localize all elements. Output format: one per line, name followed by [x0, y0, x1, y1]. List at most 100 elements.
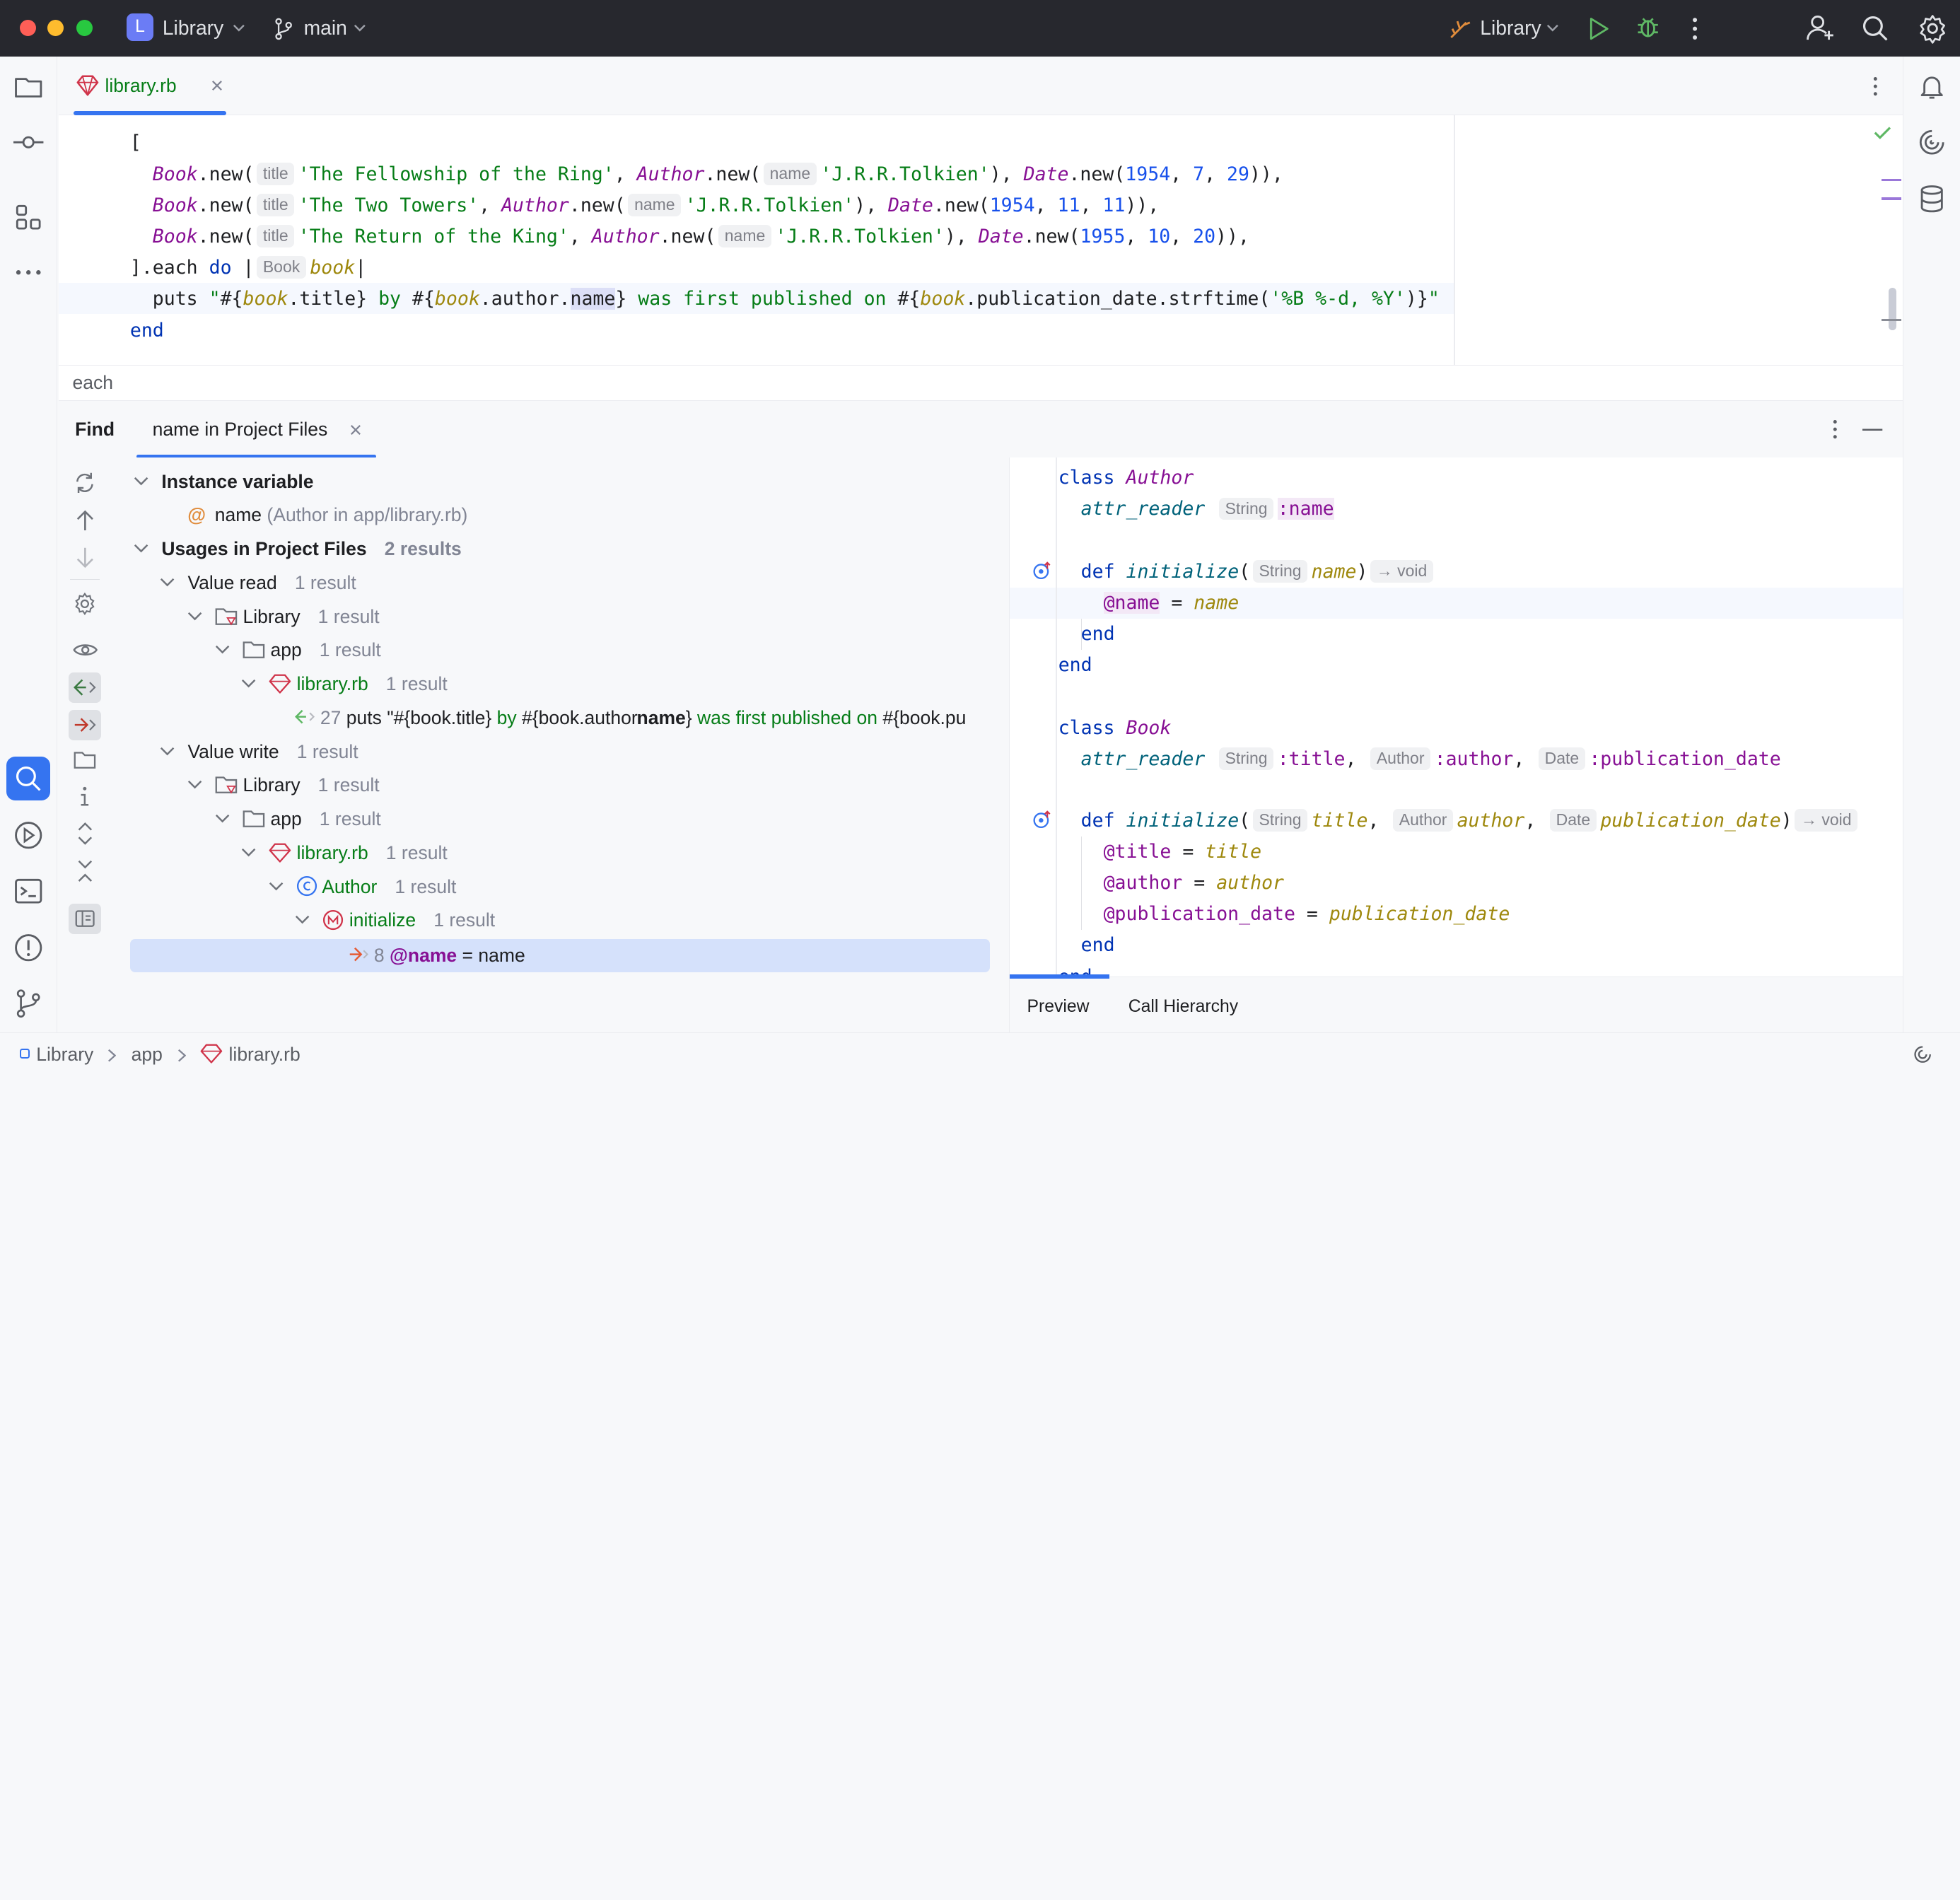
ai-status-icon[interactable]: [1913, 1044, 1932, 1064]
preview-code-line: @name = name: [1103, 591, 1239, 614]
tree-node-value-read[interactable]: Value read 1 result: [160, 566, 356, 600]
project-badge[interactable]: L: [126, 13, 154, 42]
separator: [70, 578, 100, 581]
editor-breadcrumb-bar: each: [59, 365, 1903, 400]
zoom-window-button[interactable]: [76, 20, 93, 37]
tree-node-library[interactable]: Library 1 result: [187, 600, 380, 634]
override-gutter-icon[interactable]: [1032, 810, 1054, 829]
tree-node-usages[interactable]: Usages in Project Files 2 results: [134, 532, 462, 566]
chevron-down-icon: [161, 578, 175, 587]
preview-toggle[interactable]: [69, 904, 102, 934]
collapse-all-icon[interactable]: [76, 860, 94, 882]
editor-tab-library-rb[interactable]: library.rb: [74, 57, 226, 115]
preview-code-line: class Book: [1058, 716, 1172, 739]
editor-scrollbar-thumb[interactable]: [1889, 287, 1897, 330]
close-tab-icon[interactable]: [211, 80, 223, 91]
settings-gear-icon[interactable]: [74, 593, 96, 615]
debug-icon[interactable]: [1635, 15, 1660, 40]
minimize-panel-icon[interactable]: [1862, 429, 1883, 431]
chevron-down-icon: [134, 477, 148, 486]
gutter-divider: [1056, 457, 1057, 977]
code-line: puts "#{book.title} by #{book.author.nam…: [129, 288, 1440, 310]
database-icon[interactable]: [1917, 184, 1947, 214]
minimize-window-button[interactable]: [47, 20, 64, 37]
branch-dropdown[interactable]: main: [304, 16, 347, 40]
usages-tree[interactable]: Instance variable @ name (Author in app/…: [116, 457, 1008, 1033]
write-access-toggle[interactable]: [69, 710, 102, 740]
close-tab-icon[interactable]: [350, 424, 361, 436]
search-icon[interactable]: [1862, 15, 1889, 42]
tree-node-initialize-method[interactable]: initialize 1 result: [295, 904, 495, 938]
usage-preview-pane[interactable]: class Author attr_reader String:name def…: [1008, 457, 1903, 977]
code-line: ].each do | Book book|: [129, 256, 367, 279]
ai-assistant-icon[interactable]: [1917, 127, 1947, 157]
tab-preview[interactable]: Preview: [1027, 997, 1090, 1017]
tree-node-file[interactable]: library.rb 1 result: [241, 837, 448, 870]
override-gutter-icon[interactable]: [1032, 561, 1054, 581]
tree-node-file[interactable]: library.rb 1 result: [241, 668, 448, 701]
notifications-icon[interactable]: [1917, 71, 1947, 101]
tree-node-library[interactable]: Library 1 result: [187, 769, 380, 803]
code-editor[interactable]: [ Book.new(title 'The Fellowship of the R…: [59, 115, 1903, 366]
structure-icon[interactable]: [13, 202, 43, 232]
settings-gear-icon[interactable]: [1918, 13, 1947, 44]
scroll-marker: [1881, 197, 1902, 200]
run-tool-icon[interactable]: [13, 820, 43, 850]
find-tool-button[interactable]: [6, 756, 50, 800]
more-vertical-icon[interactable]: [1872, 76, 1879, 96]
read-access-icon: [74, 679, 96, 696]
code-line: [: [129, 132, 141, 154]
problems-icon[interactable]: [13, 933, 43, 962]
breadcrumb-each[interactable]: each: [73, 372, 114, 394]
rerun-icon[interactable]: [74, 472, 96, 494]
no-problems-check-icon[interactable]: [1874, 125, 1891, 140]
run-config-dropdown[interactable]: Library: [1480, 16, 1541, 40]
group-by-folder-icon[interactable]: [74, 750, 96, 770]
project-name-dropdown[interactable]: Library: [163, 16, 223, 40]
add-user-icon[interactable]: [1805, 13, 1835, 43]
arrow-up-icon[interactable]: [76, 509, 94, 532]
tree-node-author-class[interactable]: Author 1 result: [269, 870, 456, 904]
tree-node-app[interactable]: app 1 result: [215, 634, 381, 668]
more-tools-icon[interactable]: [13, 257, 43, 287]
expand-all-icon[interactable]: [76, 822, 94, 846]
module-icon: [20, 1048, 30, 1059]
preview-code-line: attr_reader String:title, Author:author,…: [1080, 747, 1781, 770]
git-icon[interactable]: [13, 989, 43, 1018]
preview-eye-icon[interactable]: [72, 640, 98, 660]
close-window-button[interactable]: [20, 20, 37, 37]
left-tool-rail: [0, 56, 58, 1033]
editor-tab-bar: library.rb: [59, 56, 1903, 115]
read-access-toggle[interactable]: [69, 672, 102, 703]
tree-node-instance-variable[interactable]: Instance variable: [134, 465, 314, 499]
find-tab-name-in-project-files[interactable]: name in Project Files: [136, 401, 377, 459]
run-icon[interactable]: [1587, 16, 1610, 41]
chevron-down-icon: [296, 916, 310, 924]
ruby-file-icon: [76, 75, 99, 96]
commit-icon[interactable]: [13, 127, 44, 157]
info-icon[interactable]: [78, 785, 91, 808]
tree-node-value-write[interactable]: Value write 1 result: [160, 735, 358, 769]
branch-icon: [275, 18, 293, 40]
read-access-icon: [295, 709, 315, 723]
more-vertical-icon[interactable]: [1690, 16, 1700, 41]
tree-node-ivar-name[interactable]: @ name (Author in app/library.rb): [187, 499, 467, 532]
folder-icon[interactable]: [13, 71, 43, 101]
preview-pane-icon: [75, 910, 95, 928]
method-icon: [323, 909, 344, 930]
more-vertical-icon[interactable]: [1831, 419, 1839, 439]
tree-node-app[interactable]: app 1 result: [215, 803, 381, 837]
status-crumb-app[interactable]: app: [132, 1044, 163, 1066]
arrow-down-icon[interactable]: [76, 547, 94, 569]
right-margin-guide: [1454, 115, 1455, 366]
usage-line-write[interactable]: 8 @name = name: [349, 939, 525, 973]
status-crumb-file[interactable]: library.rb: [229, 1044, 301, 1066]
status-crumb-library[interactable]: Library: [36, 1044, 93, 1066]
terminal-icon[interactable]: [13, 876, 43, 906]
module-folder-icon: [215, 776, 238, 794]
folder-icon: [243, 810, 265, 827]
find-tab-label: name in Project Files: [152, 418, 328, 440]
find-icon: [16, 766, 41, 791]
usage-line-read[interactable]: 27 puts "#{book.title} by #{book.author.…: [295, 701, 966, 735]
tab-call-hierarchy[interactable]: Call Hierarchy: [1128, 997, 1238, 1017]
